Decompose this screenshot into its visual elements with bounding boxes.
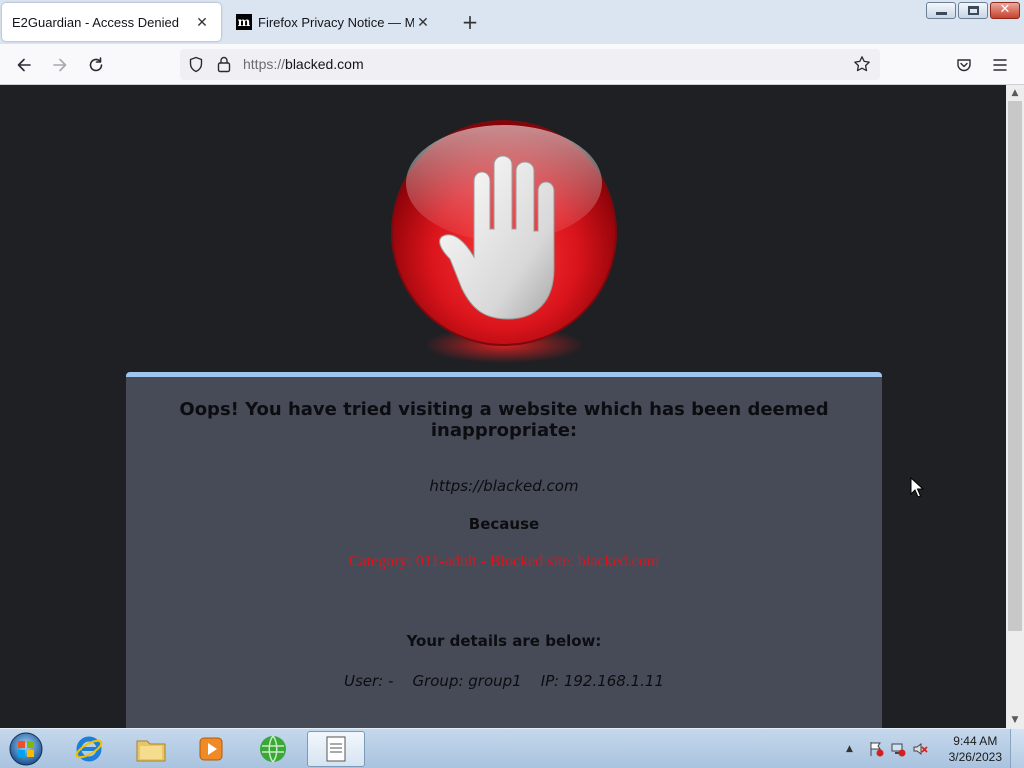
clock-date: 3/26/2023 xyxy=(948,750,1002,764)
page-title: Oops! You have tried visiting a website … xyxy=(179,399,829,441)
url-scheme: https:// xyxy=(243,56,286,72)
clock-time: 9:44 AM xyxy=(953,734,998,748)
internet-explorer-icon[interactable] xyxy=(60,731,118,767)
minimize-button[interactable] xyxy=(926,2,956,19)
close-window-button[interactable]: ✕ xyxy=(990,2,1020,19)
window-controls: ✕ xyxy=(926,2,1020,19)
url-host: blacked.com xyxy=(285,56,364,72)
close-tab-icon[interactable]: ✕ xyxy=(193,13,211,31)
url-text[interactable]: https://blacked.com xyxy=(243,56,364,72)
start-button[interactable] xyxy=(6,731,46,767)
blocked-url: https://blacked.com xyxy=(429,477,579,495)
scroll-up-icon[interactable]: ▲ xyxy=(1006,85,1024,101)
media-player-icon[interactable] xyxy=(182,731,240,767)
because-label: Because xyxy=(468,515,540,533)
tracking-shield-icon[interactable] xyxy=(188,56,204,77)
notepad-taskbar-button[interactable] xyxy=(307,731,365,767)
mozilla-favicon-icon: m xyxy=(236,14,252,30)
page-content: Oops! You have tried visiting a website … xyxy=(0,85,1006,728)
file-explorer-icon[interactable] xyxy=(122,731,180,767)
back-arrow-icon[interactable] xyxy=(11,52,37,78)
clock[interactable]: 9:44 AM 3/26/2023 xyxy=(949,733,1002,765)
url-bar[interactable]: https://blacked.com xyxy=(180,49,880,80)
close-tab-icon[interactable]: ✕ xyxy=(414,13,432,31)
firefox-taskbar-icon[interactable] xyxy=(244,731,302,767)
forward-arrow-icon[interactable] xyxy=(47,52,73,78)
vertical-scrollbar[interactable]: ▲ ▼ xyxy=(1006,85,1024,728)
show-hidden-icons-icon[interactable]: ▲ xyxy=(846,741,862,757)
star-icon[interactable] xyxy=(853,55,871,77)
show-desktop-button[interactable] xyxy=(1010,729,1024,768)
tab-title: E2Guardian - Access Denied xyxy=(12,14,179,30)
mouse-cursor-icon xyxy=(910,477,924,498)
tab-firefox-privacy[interactable]: m Firefox Privacy Notice — Mozilla ✕ xyxy=(226,3,442,41)
stop-hand-icon xyxy=(391,120,617,363)
pocket-icon[interactable] xyxy=(951,52,977,78)
volume-muted-icon[interactable] xyxy=(912,741,928,757)
new-tab-button[interactable]: + xyxy=(458,10,482,34)
tab-title: Firefox Privacy Notice — Mozilla xyxy=(258,14,414,30)
action-center-flag-icon[interactable] xyxy=(868,741,884,757)
system-tray: ▲ 9:44 AM 3/26/2023 xyxy=(842,729,1024,768)
taskbar: ▲ 9:44 AM 3/26/2023 xyxy=(0,728,1024,768)
block-reason: Category: 011-adult - Blocked site: blac… xyxy=(348,553,660,570)
navigation-toolbar: https://blacked.com xyxy=(0,44,1024,85)
reload-icon[interactable] xyxy=(83,52,109,78)
scroll-down-icon[interactable]: ▼ xyxy=(1006,712,1024,728)
hamburger-menu-icon[interactable] xyxy=(987,52,1013,78)
block-message-panel: Oops! You have tried visiting a website … xyxy=(126,372,882,728)
details-heading: Your details are below: xyxy=(406,632,602,650)
lock-icon[interactable] xyxy=(217,55,231,77)
restore-button[interactable] xyxy=(958,2,988,19)
scroll-thumb[interactable] xyxy=(1008,101,1022,631)
tab-strip: E2Guardian - Access Denied ✕ m Firefox P… xyxy=(0,0,1024,44)
network-icon[interactable] xyxy=(890,741,906,757)
user-details: User: - Group: group1 IP: 192.168.1.11 xyxy=(343,672,665,690)
tab-e2guardian[interactable]: E2Guardian - Access Denied ✕ xyxy=(2,3,221,41)
